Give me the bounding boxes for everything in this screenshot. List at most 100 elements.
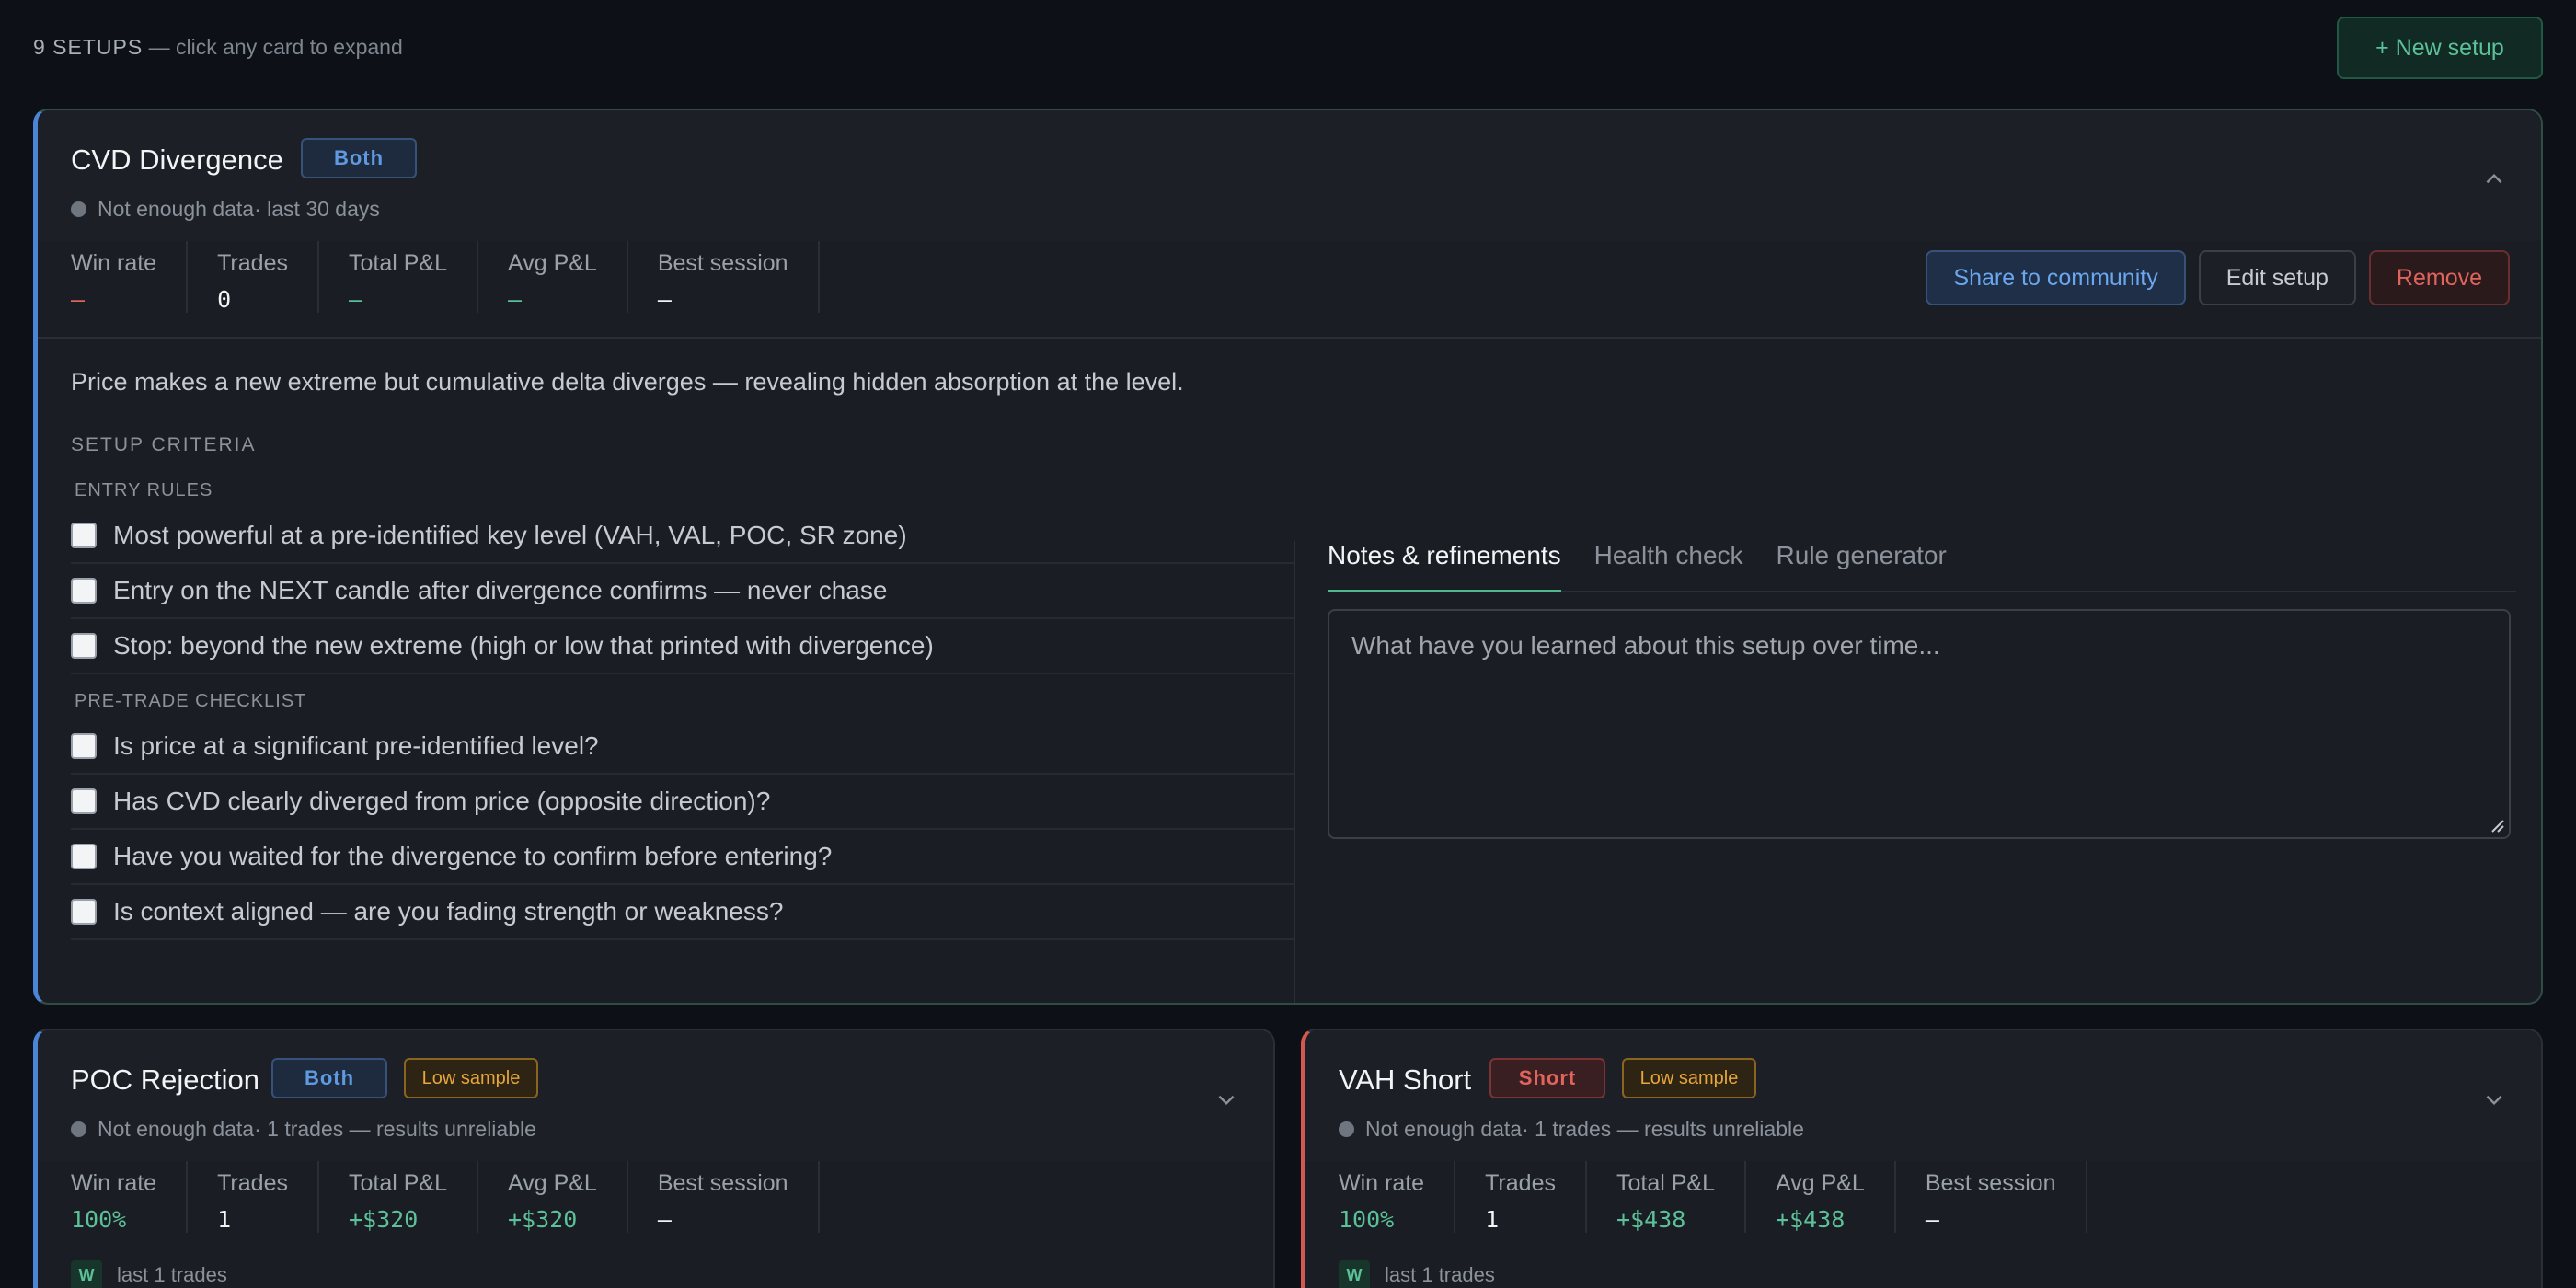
checkbox[interactable]	[71, 578, 97, 604]
stat-value: 100%	[71, 1206, 127, 1233]
low-sample-badge: Low sample	[1622, 1058, 1756, 1098]
checklist-text: Is price at a significant pre-identified…	[113, 731, 599, 760]
entry-rule-item[interactable]: Most powerful at a pre-identified key le…	[71, 509, 1294, 564]
stat-label: Trades	[217, 1170, 288, 1196]
chevron-down-icon[interactable]	[2478, 1084, 2510, 1115]
notes-textarea[interactable]: What have you learned about this setup o…	[1328, 609, 2511, 839]
notes-tabs: Notes & refinements Health check Rule ge…	[1328, 526, 2516, 592]
stat-value: –	[657, 286, 672, 313]
stats-row: Win rate 100% Trades 1 Total P&L +$320 A…	[71, 1161, 820, 1233]
setup-title: VAH Short	[1339, 1064, 1472, 1096]
stat-label: Win rate	[71, 1170, 157, 1196]
checkbox[interactable]	[71, 788, 97, 814]
divider	[38, 337, 2541, 339]
card-header[interactable]: POC Rejection Both Low sample Not enough…	[38, 1030, 1273, 1161]
stats-row: Win rate – Trades 0 Total P&L – Avg P&L …	[71, 241, 820, 313]
entry-rule-item[interactable]: Stop: beyond the new extreme (high or lo…	[71, 619, 1294, 674]
direction-badge: Both	[301, 138, 417, 178]
checklist-item[interactable]: Has CVD clearly diverged from price (opp…	[71, 775, 1294, 830]
setups-count-label: 9 SETUPS	[33, 35, 144, 59]
stat-label: Win rate	[1339, 1170, 1425, 1196]
recent-trades-label: last 1 trades	[117, 1263, 227, 1286]
remove-button[interactable]: Remove	[2368, 250, 2510, 305]
new-setup-button[interactable]: + New setup	[2337, 17, 2543, 79]
status-text: Not enough data	[1365, 1117, 1523, 1141]
recent-trades: W last 1 trades	[71, 1260, 227, 1288]
stat-label: Total P&L	[1616, 1170, 1715, 1196]
stat-value: –	[71, 286, 86, 313]
entry-rule-item[interactable]: Entry on the NEXT candle after divergenc…	[71, 564, 1294, 619]
checklist-text: Is context aligned — are you fading stre…	[113, 897, 784, 926]
stat-total-pnl: Total P&L –	[319, 241, 478, 313]
status-text: Not enough data	[98, 197, 255, 221]
checkbox[interactable]	[71, 844, 97, 869]
tab-rule-generator[interactable]: Rule generator	[1777, 526, 1947, 592]
status-period: · 1 trades — results unreliable	[1522, 1117, 1804, 1141]
stat-trades: Trades 0	[188, 241, 319, 313]
criteria-heading: SETUP CRITERIA	[71, 434, 257, 455]
stat-total-pnl: Total P&L +$320	[319, 1161, 478, 1233]
direction-badge: Short	[1489, 1058, 1605, 1098]
checkbox[interactable]	[71, 899, 97, 925]
status-line: Not enough data · last 30 days	[71, 197, 380, 222]
stat-win-rate: Win rate 100%	[1339, 1161, 1456, 1233]
setup-criteria: SETUP CRITERIA ENTRY RULES Most powerful…	[71, 434, 1294, 940]
setups-hint: — click any card to expand	[143, 35, 403, 59]
entry-rules-list: Most powerful at a pre-identified key le…	[71, 509, 1294, 674]
stat-value: 0	[217, 286, 232, 313]
setup-card-vah-short[interactable]: VAH Short Short Low sample Not enough da…	[1301, 1029, 2543, 1288]
chevron-down-icon[interactable]	[1211, 1084, 1242, 1115]
checklist-item[interactable]: Is price at a significant pre-identified…	[71, 719, 1294, 775]
stat-trades: Trades 1	[188, 1161, 319, 1233]
win-chip: W	[71, 1260, 102, 1288]
checkbox[interactable]	[71, 523, 97, 548]
stat-label: Best session	[1925, 1170, 2056, 1196]
stat-value: –	[657, 1206, 672, 1233]
status-dot-icon	[71, 1121, 86, 1137]
stat-label: Total P&L	[348, 1170, 447, 1196]
status-line: Not enough data · 1 trades — results unr…	[71, 1117, 536, 1142]
stat-value: +$320	[348, 1206, 419, 1233]
stat-value: 1	[217, 1206, 232, 1233]
stat-value: 100%	[1339, 1206, 1395, 1233]
status-dot-icon	[1339, 1121, 1354, 1137]
tab-health-check[interactable]: Health check	[1594, 526, 1743, 592]
stat-value: +$438	[1776, 1206, 1846, 1233]
setup-title: CVD Divergence	[71, 144, 283, 176]
stats-row: Win rate 100% Trades 1 Total P&L +$438 A…	[1339, 1161, 2087, 1233]
stat-avg-pnl: Avg P&L +$320	[478, 1161, 628, 1233]
card-header[interactable]: CVD Divergence Both Not enough data · la…	[38, 110, 2541, 241]
low-sample-badge: Low sample	[404, 1058, 538, 1098]
checklist-list: Is price at a significant pre-identified…	[71, 719, 1294, 940]
stat-avg-pnl: Avg P&L –	[478, 241, 628, 313]
checkbox[interactable]	[71, 733, 97, 759]
card-actions: Share to community Edit setup Remove	[1926, 250, 2510, 305]
card-header[interactable]: VAH Short Short Low sample Not enough da…	[1305, 1030, 2541, 1161]
stat-value: –	[1925, 1206, 1939, 1233]
status-line: Not enough data · 1 trades — results unr…	[1339, 1117, 1804, 1142]
checklist-item[interactable]: Is context aligned — are you fading stre…	[71, 885, 1294, 940]
status-period: · last 30 days	[254, 197, 380, 221]
share-to-community-button[interactable]: Share to community	[1926, 250, 2186, 305]
recent-trades: W last 1 trades	[1339, 1260, 1495, 1288]
setup-title: POC Rejection	[71, 1064, 260, 1096]
chevron-up-icon[interactable]	[2478, 164, 2510, 195]
setups-count: 9 SETUPS — click any card to expand	[33, 35, 403, 60]
stat-avg-pnl: Avg P&L +$438	[1746, 1161, 1896, 1233]
stat-win-rate: Win rate 100%	[71, 1161, 189, 1233]
stat-total-pnl: Total P&L +$438	[1587, 1161, 1746, 1233]
setup-card-cvd-divergence[interactable]: CVD Divergence Both Not enough data · la…	[33, 109, 2543, 1005]
stat-win-rate: Win rate –	[71, 241, 189, 313]
edit-setup-button[interactable]: Edit setup	[2198, 250, 2356, 305]
entry-rule-text: Most powerful at a pre-identified key le…	[113, 521, 907, 549]
checkbox[interactable]	[71, 633, 97, 659]
resize-handle-icon[interactable]	[2485, 813, 2505, 834]
stat-best-session: Best session –	[628, 1161, 820, 1233]
entry-rule-text: Stop: beyond the new extreme (high or lo…	[113, 631, 934, 660]
entry-rules-heading: ENTRY RULES	[75, 480, 213, 500]
setup-card-poc-rejection[interactable]: POC Rejection Both Low sample Not enough…	[33, 1029, 1275, 1288]
checklist-item[interactable]: Have you waited for the divergence to co…	[71, 830, 1294, 885]
checklist-heading: PRE-TRADE CHECKLIST	[75, 691, 307, 711]
stat-value: +$438	[1616, 1206, 1686, 1233]
tab-notes-refinements[interactable]: Notes & refinements	[1328, 526, 1561, 592]
